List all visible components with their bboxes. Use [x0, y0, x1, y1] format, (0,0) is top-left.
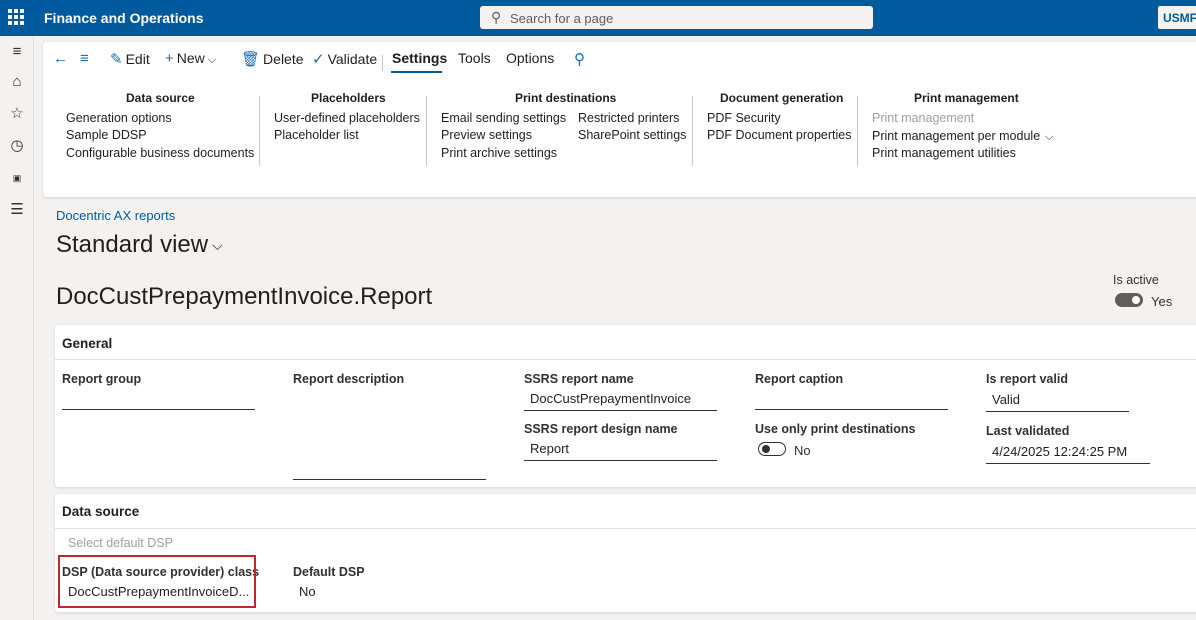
is-active-value: Yes	[1151, 294, 1173, 309]
use-only-print-destinations-toggle[interactable]	[758, 442, 786, 456]
app-title[interactable]: Finance and Operations	[44, 10, 203, 26]
home-icon[interactable]: ⌂	[7, 72, 27, 92]
report-caption-label: Report caption	[755, 372, 844, 386]
last-validated-field: 4/24/2025 12:24:25 PM	[986, 442, 1150, 464]
checkmark-icon: ✓	[312, 51, 325, 68]
tab-settings[interactable]: Settings	[392, 50, 447, 66]
pdf-document-properties-button[interactable]: PDF Document properties	[707, 128, 852, 142]
use-only-print-destinations-value: No	[794, 443, 811, 458]
group-separator	[857, 96, 858, 166]
pdf-security-button[interactable]: PDF Security	[707, 111, 781, 125]
group-title-data-source: Data source	[126, 91, 195, 105]
group-title-print-management: Print management	[914, 91, 1019, 105]
active-tab-indicator	[391, 71, 442, 73]
new-label: New	[176, 50, 205, 66]
company-picker[interactable]: USMF	[1158, 6, 1196, 29]
tab-tools[interactable]: Tools	[458, 50, 491, 66]
chevron-down-icon: ⌵	[212, 237, 223, 254]
print-management-utilities-button[interactable]: Print management utilities	[872, 146, 1016, 160]
group-title-placeholders: Placeholders	[311, 91, 386, 105]
modules-icon[interactable]: ☰	[7, 200, 27, 220]
default-dsp-value: No	[299, 584, 316, 599]
restricted-printers-button[interactable]: Restricted printers	[578, 111, 679, 125]
action-pane: ← ≡ ✎ Edit + New ⌵ 🗑 Delete ✓ Validate Settin…	[43, 42, 1196, 197]
configurable-business-documents-button[interactable]: Configurable business documents	[66, 146, 254, 160]
validate-label: Validate	[327, 51, 378, 67]
section-divider	[55, 528, 1196, 529]
pencil-icon: ✎	[110, 51, 123, 68]
page-title: DocCustPrepaymentInvoice.Report	[56, 283, 433, 310]
back-arrow-icon: ←	[53, 50, 68, 67]
report-group-label: Report group	[62, 372, 142, 386]
sharepoint-settings-button[interactable]: SharePoint settings	[578, 128, 686, 142]
delete-button[interactable]: 🗑 Delete	[241, 50, 304, 70]
edit-label: Edit	[125, 51, 150, 67]
chevron-down-icon: ⌵	[1045, 131, 1054, 143]
group-separator	[692, 96, 693, 166]
ssrs-design-name-field[interactable]: Report	[524, 439, 717, 461]
ssrs-report-name-field[interactable]: DocCustPrepaymentInvoice	[524, 389, 717, 411]
print-management-per-module-button[interactable]: Print management per module ⌵	[872, 129, 1054, 144]
group-separator	[259, 96, 260, 166]
report-description-label: Report description	[293, 372, 405, 386]
user-defined-placeholders-button[interactable]: User-defined placeholders	[274, 111, 420, 125]
select-default-dsp-button[interactable]: Select default DSP	[68, 536, 173, 550]
is-active-toggle[interactable]	[1115, 293, 1143, 307]
group-title-print-destinations: Print destinations	[515, 91, 617, 105]
recent-icon[interactable]: ◷	[7, 136, 27, 156]
delete-label: Delete	[263, 51, 304, 67]
view-selector[interactable]: Standard view ⌵	[56, 231, 223, 259]
app-launcher-icon[interactable]	[8, 9, 24, 25]
report-group-field[interactable]	[62, 388, 255, 410]
placeholder-list-button[interactable]: Placeholder list	[274, 128, 359, 142]
email-sending-settings-button[interactable]: Email sending settings	[441, 111, 566, 125]
plus-icon: +	[165, 50, 174, 67]
search-icon: ⚲	[574, 51, 585, 68]
report-caption-field[interactable]	[755, 388, 948, 410]
tab-options[interactable]: Options	[506, 50, 554, 66]
report-description-field[interactable]	[293, 388, 486, 480]
top-bar: Finance and Operations ⚲ Search for a pa…	[0, 0, 1196, 36]
toolbar-separator	[382, 55, 383, 71]
left-navigation: ≡ ⌂ ☆ ◷ ▣ ☰	[0, 36, 34, 620]
highlight-box	[58, 555, 256, 608]
generation-options-button[interactable]: Generation options	[66, 111, 172, 125]
sample-ddsp-button[interactable]: Sample DDSP	[66, 128, 147, 142]
general-header[interactable]: General	[62, 336, 112, 351]
back-button[interactable]: ←	[53, 50, 71, 70]
print-archive-settings-button[interactable]: Print archive settings	[441, 146, 557, 160]
preview-settings-button[interactable]: Preview settings	[441, 128, 532, 142]
hamburger-menu-icon[interactable]: ≡	[7, 42, 27, 62]
search-icon: ⚲	[491, 9, 502, 25]
search-input[interactable]: ⚲ Search for a page	[480, 6, 873, 29]
validate-button[interactable]: ✓ Validate	[312, 50, 377, 70]
find-button[interactable]: ⚲	[574, 50, 588, 70]
default-dsp-label: Default DSP	[293, 565, 365, 579]
workspaces-icon[interactable]: ▣	[7, 168, 27, 188]
ssrs-report-name-label: SSRS report name	[524, 372, 634, 386]
last-validated-label: Last validated	[986, 424, 1070, 438]
trash-icon: 🗑	[241, 51, 261, 68]
is-active-label: Is active	[1113, 273, 1159, 287]
menu-button[interactable]: ≡	[80, 50, 92, 70]
is-report-valid-label: Is report valid	[986, 372, 1068, 386]
data-source-header[interactable]: Data source	[62, 504, 139, 519]
section-divider	[55, 359, 1196, 360]
use-only-print-destinations-label: Use only print destinations	[755, 422, 916, 436]
edit-button[interactable]: ✎ Edit	[110, 50, 150, 70]
group-title-document-generation: Document generation	[720, 91, 844, 105]
list-icon: ≡	[80, 50, 89, 67]
group-separator	[426, 96, 427, 166]
chevron-down-icon: ⌵	[207, 54, 217, 66]
search-placeholder: Search for a page	[510, 11, 614, 26]
view-title: Standard view	[56, 231, 209, 258]
favorites-icon[interactable]: ☆	[7, 104, 27, 124]
breadcrumb[interactable]: Docentric AX reports	[56, 208, 175, 223]
ssrs-design-name-label: SSRS report design name	[524, 422, 678, 436]
print-management-button[interactable]: Print management	[872, 111, 974, 125]
print-management-per-module-label: Print management per module	[872, 129, 1041, 143]
is-report-valid-field: Valid	[986, 390, 1129, 412]
new-button[interactable]: + New ⌵	[165, 50, 216, 70]
